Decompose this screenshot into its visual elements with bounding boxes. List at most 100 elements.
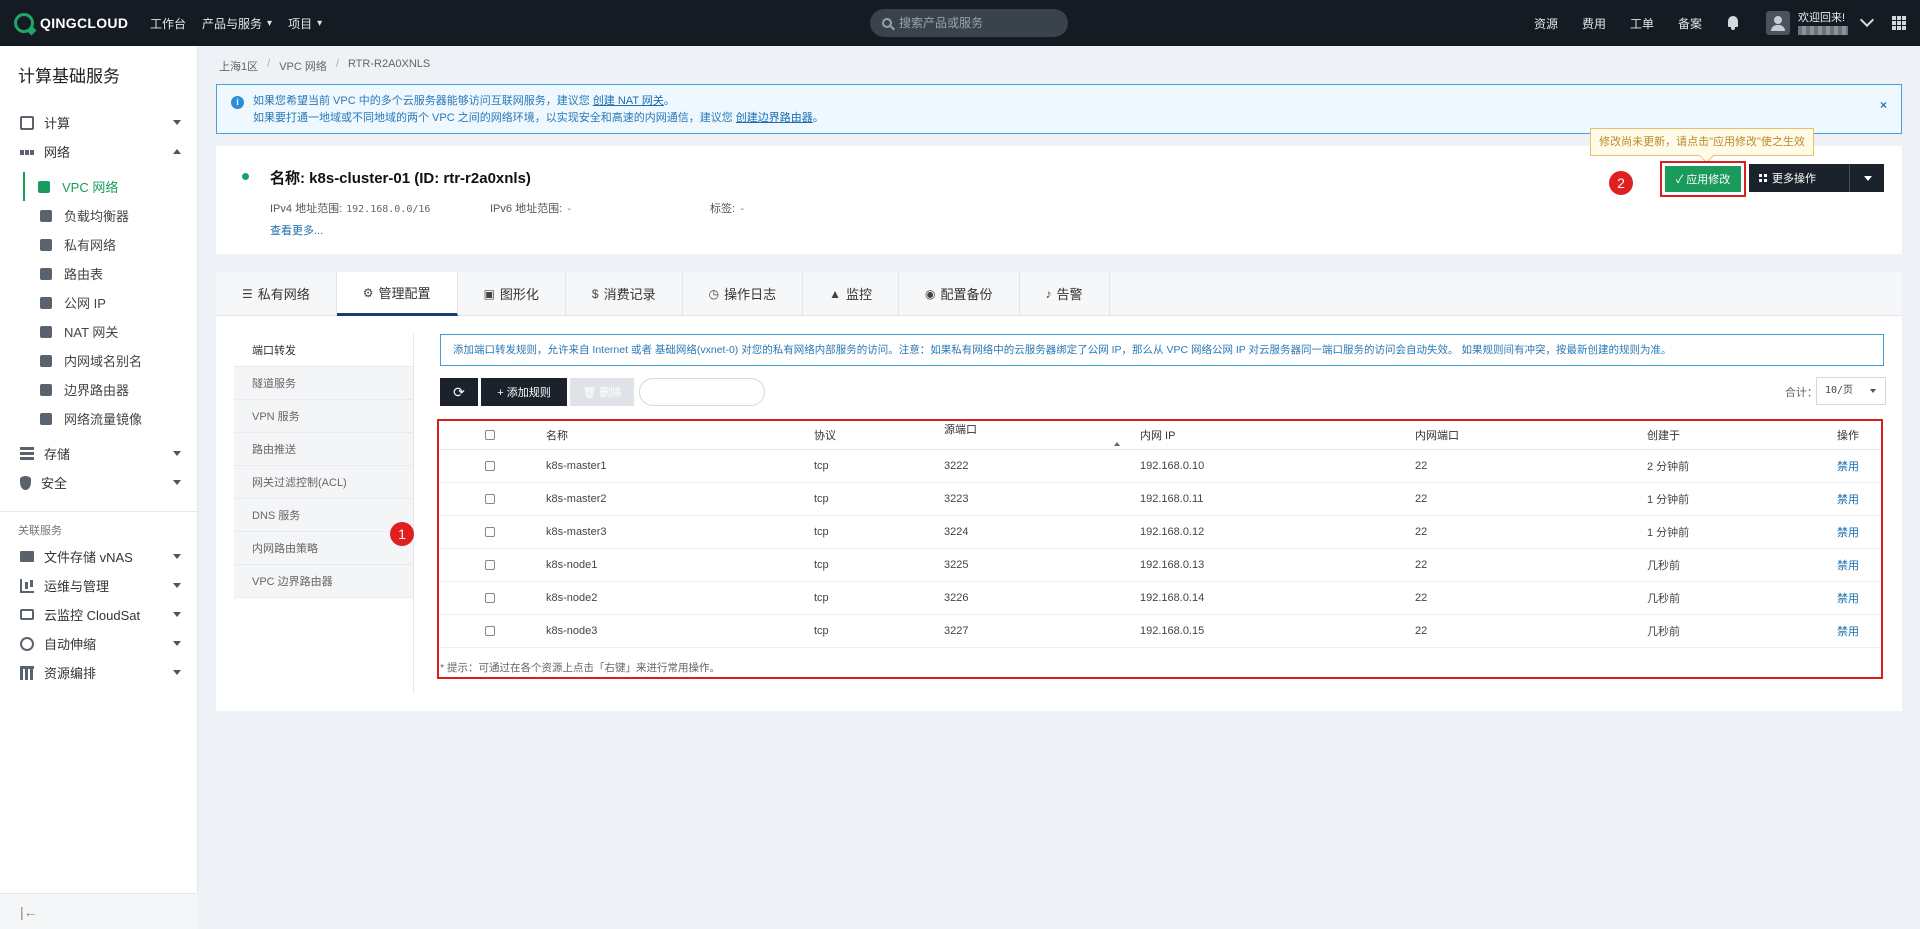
see-more-link[interactable]: 查看更多...: [270, 222, 323, 238]
col-name[interactable]: 名称: [546, 421, 814, 450]
chevron-down-icon[interactable]: [1859, 12, 1875, 28]
row-checkbox[interactable]: [485, 461, 495, 472]
refresh-button[interactable]: ⟳: [440, 378, 478, 406]
caret-down-icon: [173, 641, 181, 646]
sidebar-collapse-button[interactable]: |←: [0, 893, 198, 929]
bell-icon[interactable]: [1726, 16, 1740, 30]
col-internal-port[interactable]: 内网端口: [1415, 421, 1647, 450]
cell-name: k8s-master3: [546, 515, 814, 549]
add-rule-button[interactable]: + 添加规则: [481, 378, 567, 406]
table-row[interactable]: k8s-master2 tcp 3223 192.168.0.11 22 1 分钟前 禁用: [439, 482, 1881, 516]
create-border-router-link[interactable]: 创建边界路由器: [736, 112, 813, 124]
nav-projects[interactable]: 项目 ▾: [288, 15, 322, 32]
row-checkbox[interactable]: [485, 560, 495, 571]
tab-config-backup[interactable]: ◉ 配置备份: [899, 272, 1020, 315]
subnav-route-push[interactable]: 路由推送: [234, 433, 414, 466]
col-internal-ip[interactable]: 内网 IP: [1140, 421, 1415, 450]
tab-monitor[interactable]: ▲ 监控: [803, 272, 900, 315]
sidebar-group-cloudsat[interactable]: 云监控 CloudSat: [0, 600, 197, 629]
table-row[interactable]: k8s-node2 tcp 3226 192.168.0.14 22 几秒前 禁用: [439, 581, 1881, 615]
table-header-row: 名称 协议 源端口 内网 IP 内网端口 创建于 操作: [439, 421, 1881, 450]
table-row[interactable]: k8s-node3 tcp 3227 192.168.0.15 22 几秒前 禁用: [439, 614, 1881, 648]
breadcrumb-vpc[interactable]: VPC 网络: [279, 58, 327, 74]
tab-alerts[interactable]: ♪ 告警: [1019, 272, 1110, 315]
nav-workbench[interactable]: 工作台: [150, 15, 186, 32]
create-nat-link[interactable]: 创建 NAT 网关: [593, 95, 664, 107]
nav-billing[interactable]: 费用: [1582, 15, 1606, 32]
sort-asc-icon[interactable]: [1114, 442, 1120, 446]
cell-created: 几秒前: [1647, 581, 1797, 615]
table-search-input[interactable]: [639, 378, 765, 406]
table-row[interactable]: k8s-master1 tcp 3222 192.168.0.10 22 2 分钟前 禁用: [439, 449, 1881, 483]
app-grid-icon[interactable]: [1892, 16, 1906, 30]
disable-action[interactable]: 禁用: [1797, 581, 1881, 615]
avatar[interactable]: [1766, 11, 1790, 35]
row-checkbox[interactable]: [485, 527, 495, 538]
tab-private-network[interactable]: ☰ 私有网络: [216, 272, 337, 315]
nav-products[interactable]: 产品与服务 ▾: [202, 15, 272, 32]
sidebar-item-nat-gateway[interactable]: NAT 网关: [0, 317, 197, 346]
disable-action[interactable]: 禁用: [1797, 449, 1881, 483]
nav-resources[interactable]: 资源: [1534, 15, 1558, 32]
page-size-select[interactable]: 10/页: [1816, 377, 1886, 405]
table-row[interactable]: k8s-master3 tcp 3224 192.168.0.12 22 1 分钟前 禁用: [439, 515, 1881, 549]
camera-icon: ◉: [925, 286, 936, 301]
global-search[interactable]: [870, 9, 1068, 37]
tab-management[interactable]: ⚙ 管理配置: [336, 272, 458, 316]
disable-action[interactable]: 禁用: [1797, 482, 1881, 516]
border-router-icon: [40, 383, 52, 396]
tab-billing[interactable]: $ 消费记录: [565, 272, 683, 315]
sidebar-item-border-router[interactable]: 边界路由器: [0, 375, 197, 404]
subnav-vpc-border-router[interactable]: VPC 边界路由器: [234, 565, 414, 598]
search-input[interactable]: [899, 16, 1049, 30]
tab-operation-log[interactable]: ◷ 操作日志: [682, 272, 804, 315]
sidebar-group-storage[interactable]: 存储: [0, 439, 197, 468]
table-row[interactable]: k8s-node1 tcp 3225 192.168.0.13 22 几秒前 禁用: [439, 548, 1881, 582]
sidebar-group-compute[interactable]: 计算: [0, 108, 197, 137]
select-all-checkbox[interactable]: [485, 430, 495, 441]
disable-action[interactable]: 禁用: [1797, 515, 1881, 549]
sidebar-group-orchestration[interactable]: 资源编排: [0, 658, 197, 687]
breadcrumb-zone[interactable]: 上海1区: [219, 58, 258, 74]
sidebar-group-network[interactable]: 网络: [0, 137, 197, 166]
row-checkbox[interactable]: [485, 593, 495, 604]
sidebar-item-traffic-mirror[interactable]: 网络流量镜像: [0, 404, 197, 433]
nav-tickets[interactable]: 工单: [1630, 15, 1654, 32]
subnav-dns[interactable]: DNS 服务: [234, 499, 414, 532]
sidebar-group-ops[interactable]: 运维与管理: [0, 571, 197, 600]
subnav-route-policy[interactable]: 内网路由策略: [234, 532, 414, 565]
row-checkbox[interactable]: [485, 494, 495, 505]
sidebar-item-private-network[interactable]: 私有网络: [0, 230, 197, 259]
sidebar-group-autoscale[interactable]: 自动伸缩: [0, 629, 197, 658]
close-icon[interactable]: ×: [1880, 97, 1887, 114]
tab-graphic[interactable]: ▣ 图形化: [457, 272, 566, 315]
disable-action[interactable]: 禁用: [1797, 548, 1881, 582]
apply-changes-button[interactable]: ✓ 应用修改: [1665, 166, 1741, 192]
caret-down-icon[interactable]: [1864, 176, 1872, 181]
nav-icp[interactable]: 备案: [1678, 15, 1702, 32]
col-protocol[interactable]: 协议: [814, 421, 944, 450]
subnav-port-forwarding[interactable]: 端口转发: [234, 334, 414, 367]
sidebar-item-route-table[interactable]: 路由表: [0, 259, 197, 288]
sidebar-item-dns-alias[interactable]: 内网域名别名: [0, 346, 197, 375]
sidebar-group-vnas[interactable]: 文件存储 vNAS: [0, 542, 197, 571]
user-welcome[interactable]: 欢迎回来!: [1798, 12, 1848, 35]
sidebar-item-vpc[interactable]: VPC 网络: [23, 172, 197, 201]
chevron-down-icon: ▾: [267, 17, 273, 29]
cell-src-port: 3226: [944, 581, 1140, 615]
subnav-tunnel[interactable]: 隧道服务: [234, 367, 414, 400]
more-actions-button[interactable]: 更多操作: [1749, 164, 1884, 192]
sidebar-item-load-balancer[interactable]: 负载均衡器: [0, 201, 197, 230]
row-checkbox[interactable]: [485, 626, 495, 637]
cell-protocol: tcp: [814, 449, 944, 483]
logo[interactable]: QINGCLOUD: [14, 13, 134, 33]
col-src-port[interactable]: 源端口: [944, 421, 1140, 450]
disable-action[interactable]: 禁用: [1797, 614, 1881, 648]
sidebar-item-public-ip[interactable]: 公网 IP: [0, 288, 197, 317]
subnav-vpn[interactable]: VPN 服务: [234, 400, 414, 433]
delete-button[interactable]: 🗑 删除: [570, 378, 634, 406]
sidebar-group-security[interactable]: 安全: [0, 468, 197, 497]
col-created[interactable]: 创建于: [1647, 421, 1797, 450]
subnav-acl[interactable]: 网关过滤控制(ACL): [234, 466, 414, 499]
caret-down-icon: [173, 554, 181, 559]
